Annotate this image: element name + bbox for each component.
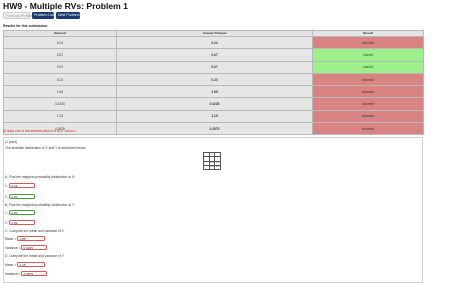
answer-preview-cell: 0.24	[116, 72, 313, 87]
entered-cell: 0.4235	[3, 97, 117, 111]
result-cell: incorrect	[312, 72, 424, 87]
part-b-answer-1[interactable]: 0.67	[9, 210, 35, 215]
part-c-variance-input[interactable]: 0.4235	[21, 245, 47, 250]
part-d-mean-input[interactable]: 1.15	[17, 262, 45, 267]
previous-problem-button[interactable]: Previous Problem	[3, 12, 34, 19]
entered-cell: 1.15	[3, 109, 117, 124]
part-a-answer-2[interactable]: 0.67	[9, 194, 35, 199]
entered-cell: 0.24	[3, 35, 117, 50]
results-table: Entered Answer Preview Result 0.24 0.24 …	[3, 30, 424, 136]
part-d-variance-input[interactable]: 0.3575	[21, 271, 47, 276]
joint-cell: 0.23	[214, 164, 221, 171]
entered-cell: 0.67	[3, 60, 117, 74]
part-c-mean-label: Mean =	[5, 237, 17, 241]
result-cell: correct	[312, 60, 424, 74]
part-d-mean-label: Mean =	[5, 263, 17, 267]
part-a-prompt: A. Find the marginal probability distrib…	[5, 175, 76, 179]
part-a-answer-1[interactable]: 0.24	[9, 183, 35, 188]
result-cell: incorrect	[312, 85, 424, 99]
table-row: 0.4235 0.4235 incorrect	[3, 97, 424, 111]
result-cell: incorrect	[312, 122, 424, 136]
table-row: 0.24 0.24 incorrect	[3, 72, 424, 87]
answer-preview-cell: 0.4235	[116, 97, 313, 111]
part-d-prompt: D. Compute the mean and variance of Y.	[5, 254, 65, 258]
score-warning: At least one of the answers above is NOT…	[3, 129, 76, 133]
answer-preview-cell: 1.65	[116, 85, 313, 99]
table-row: 0.67 0.67 correct	[3, 48, 424, 62]
part-d-variance-label: Variance =	[5, 272, 21, 276]
part-b-label-1: 1:	[5, 211, 8, 215]
answer-preview-cell: 0.67	[116, 60, 313, 74]
entered-cell: 0.24	[3, 72, 117, 87]
problem-list-button[interactable]: Problem List	[32, 12, 54, 19]
problem-intro: The bivariate distribution of X and Y is…	[5, 146, 87, 150]
part-b-label-2: 2:	[5, 221, 8, 225]
table-row: 0.67 0.67 correct	[3, 60, 424, 74]
joint-distribution-table: X 1 2 Y 0.23 0.1 0.44 0.23	[203, 151, 221, 171]
result-cell: correct	[312, 48, 424, 62]
part-c-prompt: C. Compute the mean and variance of X.	[5, 229, 65, 233]
entered-cell: 1.65	[3, 85, 117, 99]
result-cell: incorrect	[312, 35, 424, 50]
answer-preview-cell: 0.67	[116, 48, 313, 62]
answer-preview-cell: 0.24	[116, 35, 313, 50]
part-c-mean-input[interactable]: 1.65	[17, 236, 45, 241]
table-row: 1.15 1.15 incorrect	[3, 109, 424, 124]
answer-preview-cell: 1.15	[116, 109, 313, 124]
table-row: 0.24 0.24 incorrect	[3, 35, 424, 50]
part-b-prompt: B. Find the marginal probability distrib…	[5, 203, 75, 207]
result-cell: incorrect	[312, 109, 424, 124]
part-a-label-2: 2:	[5, 195, 8, 199]
table-row: 1.65 1.65 incorrect	[3, 85, 424, 99]
part-c-variance-label: Variance =	[5, 246, 21, 250]
answer-preview-cell: 0.3575	[116, 122, 313, 136]
results-heading: Results for this submission	[3, 24, 48, 28]
entered-cell: 0.67	[3, 48, 117, 62]
part-b-answer-2[interactable]: 0.24	[9, 220, 35, 225]
page-title: HW9 - Multiple RVs: Problem 1	[3, 1, 128, 11]
result-cell: incorrect	[312, 97, 424, 111]
next-problem-button[interactable]: Next Problem	[56, 12, 80, 19]
problem-points: (1 point)	[5, 140, 18, 144]
part-a-label-1: 1:	[5, 184, 8, 188]
